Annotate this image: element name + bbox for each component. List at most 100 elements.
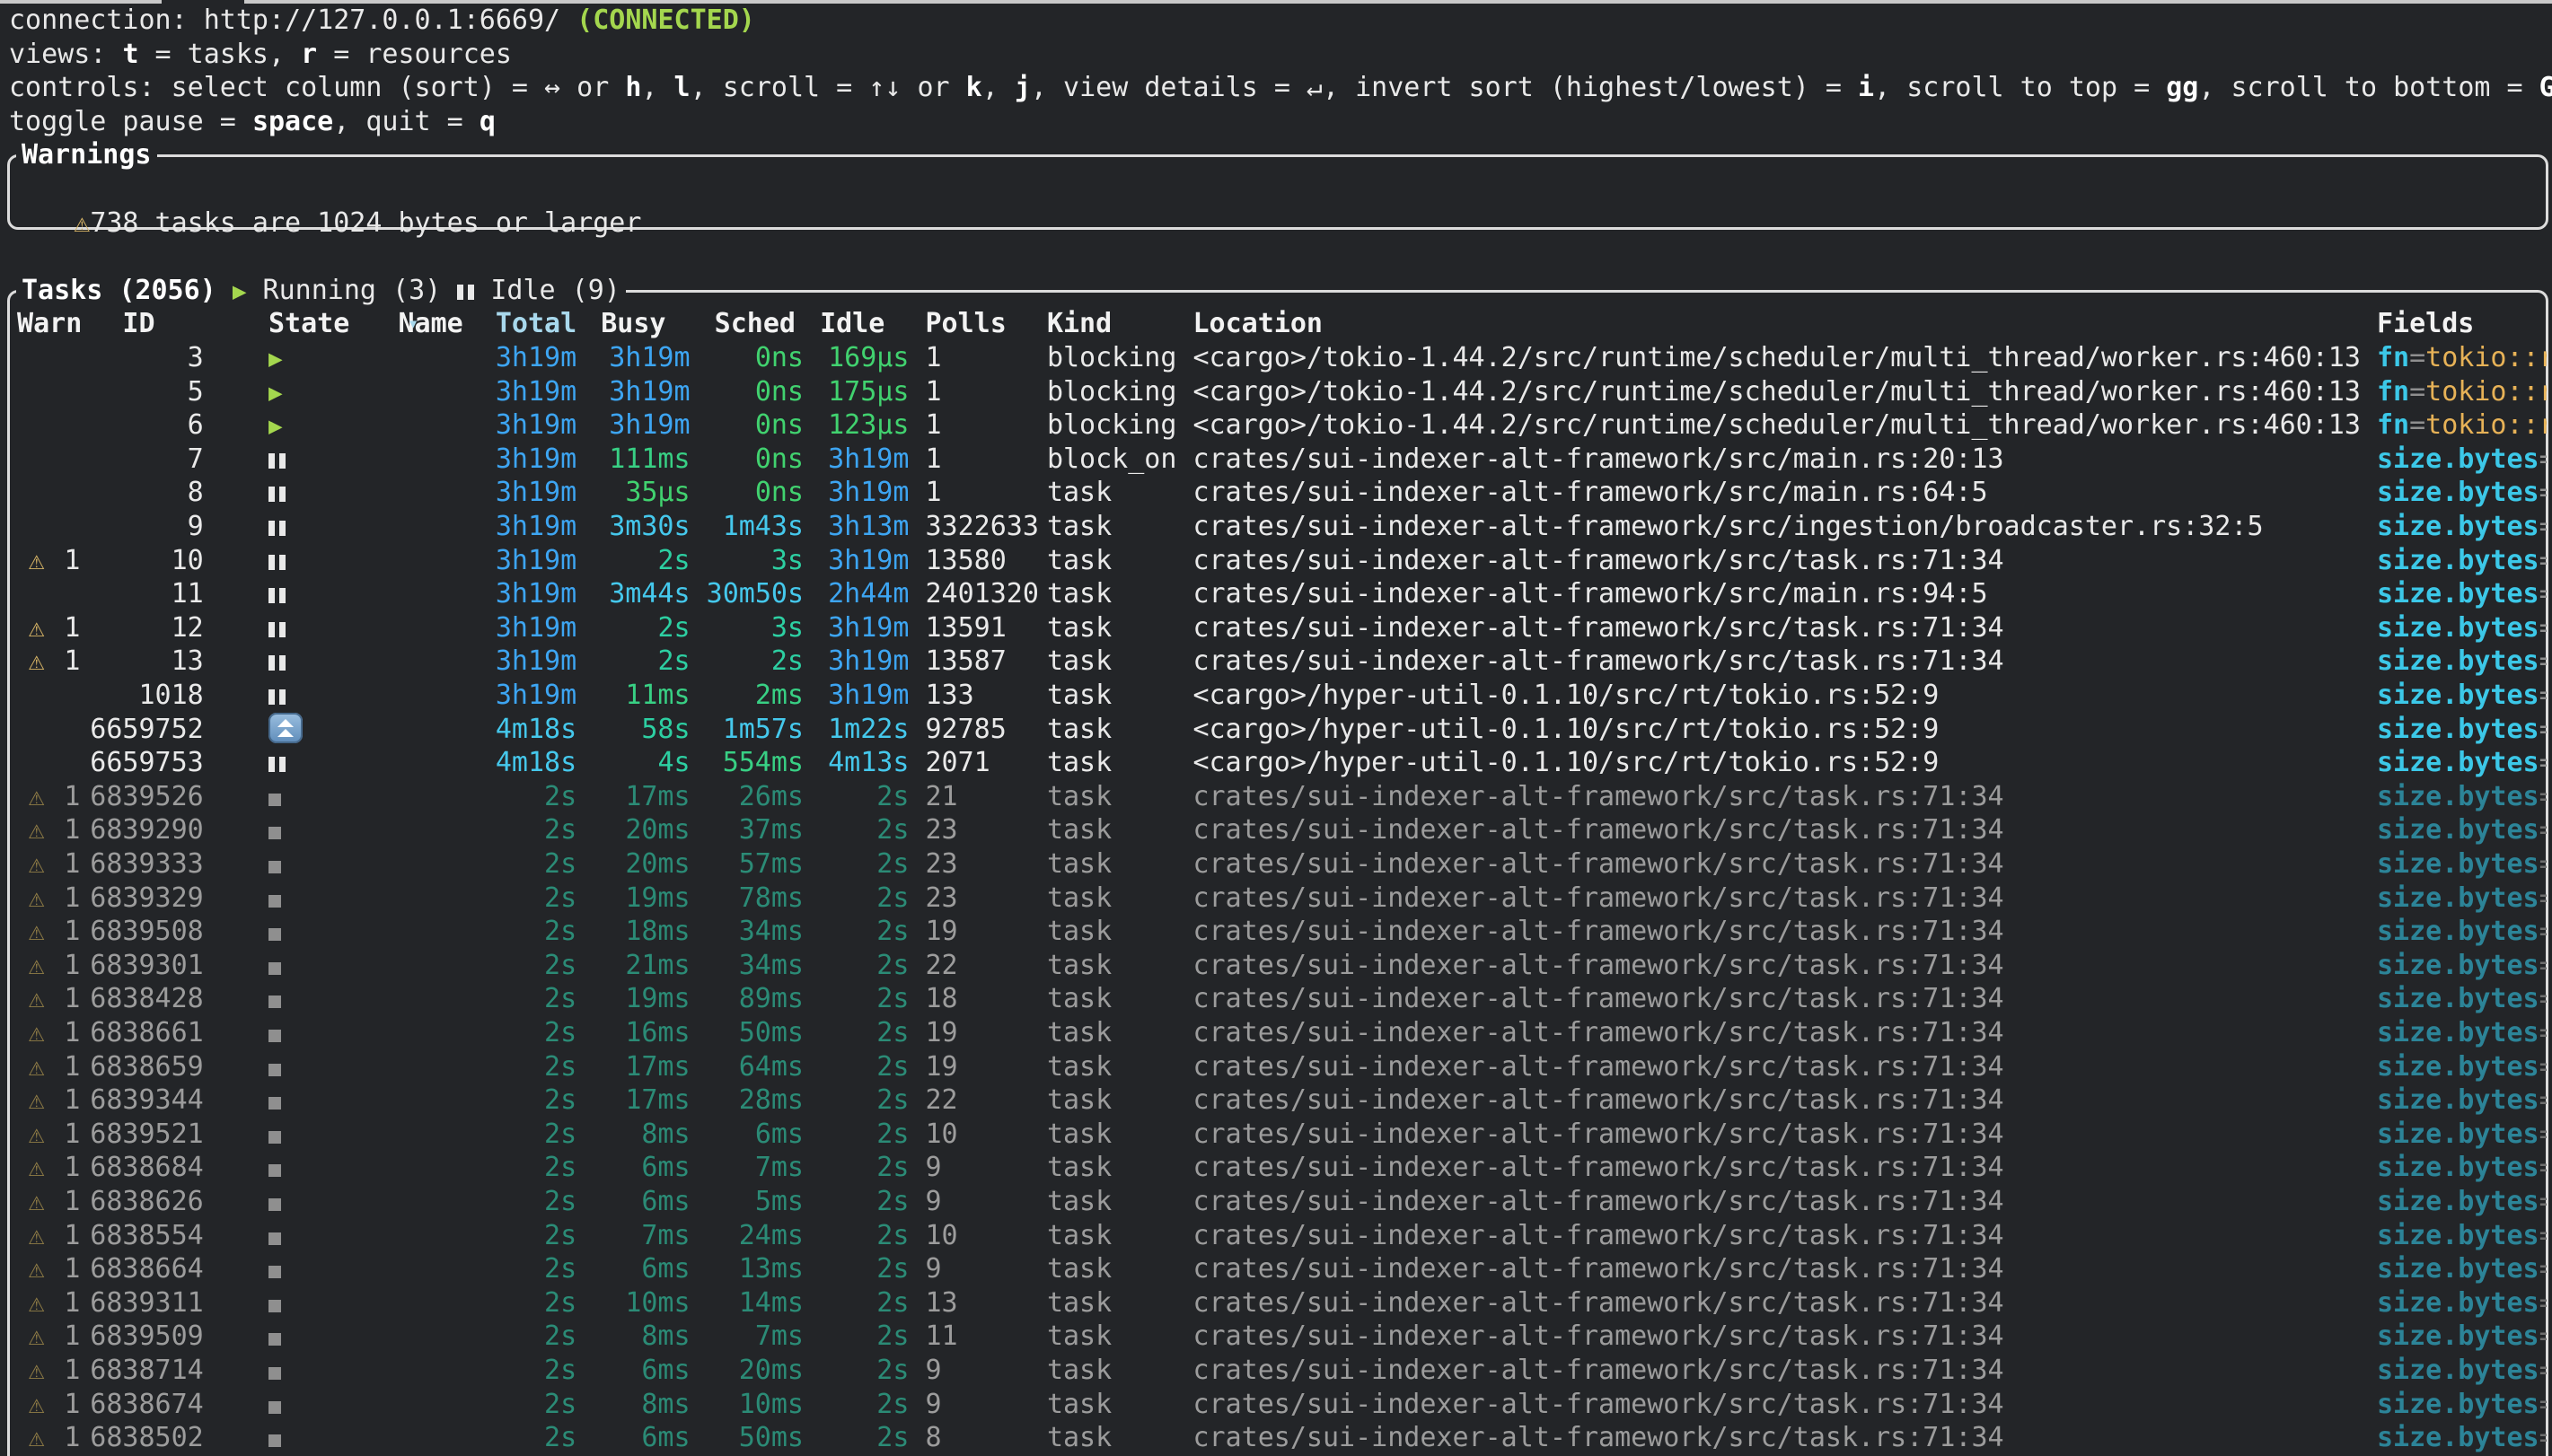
task-id: 6838659: [90, 1050, 203, 1084]
column-header-state[interactable]: State: [268, 307, 349, 341]
task-row[interactable]: ⚠︎168386592s17ms64ms2s19taskcrates/sui-i…: [9, 1050, 2547, 1084]
warning-item: ⚠︎738 tasks are 1024 bytes or larger: [9, 172, 641, 206]
task-row[interactable]: 113h19m3m44s30m50s2h44m2401320taskcrates…: [9, 577, 2547, 611]
field-key: size.bytes: [2377, 714, 2539, 745]
column-header-fields[interactable]: Fields: [2377, 307, 2474, 341]
warn-cell: ⚠︎: [29, 1286, 45, 1320]
warn-cell: ⚠︎: [29, 1118, 45, 1152]
completed-icon: [268, 861, 281, 873]
total-cell: 2s: [480, 813, 576, 847]
task-row[interactable]: ⚠︎1123h19m2s3s3h19m13591taskcrates/sui-i…: [9, 611, 2547, 645]
task-row[interactable]: ⚠︎168386642s6ms13ms2s9taskcrates/sui-ind…: [9, 1252, 2547, 1286]
task-row[interactable]: 5▶3h19m3h19m0ns175µs1blocking<cargo>/tok…: [9, 375, 2547, 409]
task-row[interactable]: ⚠︎168395092s8ms7ms2s11taskcrates/sui-ind…: [9, 1320, 2547, 1354]
task-row[interactable]: ⚠︎168386742s8ms10ms2s9taskcrates/sui-ind…: [9, 1388, 2547, 1422]
task-row[interactable]: ⚠︎168386842s6ms7ms2s9taskcrates/sui-inde…: [9, 1151, 2547, 1185]
idle-cell: 2s: [812, 1185, 909, 1219]
kind-cell: task: [1047, 746, 1112, 780]
total-cell: 3h19m: [480, 577, 576, 611]
task-row[interactable]: ⚠︎168395082s18ms34ms2s19taskcrates/sui-i…: [9, 915, 2547, 949]
fields-cell: size.bytes=: [2377, 982, 2547, 1016]
task-row[interactable]: ⚠︎168385022s6ms50ms2s8taskcrates/sui-ind…: [9, 1421, 2547, 1455]
busy-cell: 20ms: [593, 847, 690, 881]
field-key: size.bytes: [2377, 1320, 2539, 1352]
task-id: 12: [90, 611, 203, 645]
field-equals: =: [2539, 612, 2547, 644]
column-header-warn[interactable]: Warn: [17, 307, 82, 341]
fields-cell: size.bytes=: [2377, 577, 2547, 611]
idle-cell: 2s: [812, 1388, 909, 1422]
polls-cell: 9: [925, 1151, 941, 1185]
location-cell: crates/sui-indexer-alt-framework/src/tas…: [1192, 881, 2003, 916]
task-row[interactable]: ⚠︎168386612s16ms50ms2s19taskcrates/sui-i…: [9, 1016, 2547, 1050]
state-cell: [268, 679, 286, 713]
state-cell: [268, 746, 286, 780]
task-row[interactable]: ⚠︎168393112s10ms14ms2s13taskcrates/sui-i…: [9, 1286, 2547, 1320]
location-cell: crates/sui-indexer-alt-framework/src/tas…: [1192, 847, 2003, 881]
task-row[interactable]: 73h19m111ms0ns3h19m1block_oncrates/sui-i…: [9, 443, 2547, 477]
task-row[interactable]: ⚠︎168384282s19ms89ms2s18taskcrates/sui-i…: [9, 982, 2547, 1016]
task-row[interactable]: ⚠︎168385542s7ms24ms2s10taskcrates/sui-in…: [9, 1219, 2547, 1253]
kind-cell: task: [1047, 982, 1112, 1016]
warn-count: 1: [64, 645, 80, 679]
paused-icon: [268, 655, 286, 671]
field-equals: =: [2409, 342, 2425, 373]
column-header-kind[interactable]: Kind: [1047, 307, 1112, 341]
task-row[interactable]: ⚠︎1103h19m2s3s3h19m13580taskcrates/sui-i…: [9, 544, 2547, 578]
task-row[interactable]: ⚠︎168387142s6ms20ms2s9taskcrates/sui-ind…: [9, 1354, 2547, 1388]
column-header-busy[interactable]: Busy: [601, 307, 665, 341]
state-cell: [268, 1083, 281, 1118]
warn-count: 1: [64, 1219, 80, 1253]
polls-cell: 13591: [925, 611, 1006, 645]
task-row[interactable]: ⚠︎1133h19m2s2s3h19m13587taskcrates/sui-i…: [9, 645, 2547, 679]
task-row[interactable]: ⚠︎168393012s21ms34ms2s22taskcrates/sui-i…: [9, 949, 2547, 983]
completed-icon: [268, 827, 281, 839]
column-header-idle[interactable]: Idle: [820, 307, 884, 341]
column-header-sched[interactable]: Sched: [715, 307, 796, 341]
kind-cell: task: [1047, 645, 1112, 679]
field-key: size.bytes: [2377, 1017, 2539, 1048]
field-key: size.bytes: [2377, 950, 2539, 981]
field-equals: =: [2539, 545, 2547, 576]
field-equals: =: [2539, 1320, 2547, 1352]
field-key: size.bytes: [2377, 511, 2539, 542]
column-header-polls[interactable]: Polls: [925, 307, 1006, 341]
task-id: 6659752: [90, 713, 203, 747]
column-header-id[interactable]: ID: [122, 307, 154, 341]
completed-icon: [268, 1164, 281, 1177]
task-row[interactable]: 66597534m18s4s554ms4m13s2071task<cargo>/…: [9, 746, 2547, 780]
total-cell: 3h19m: [480, 476, 576, 510]
field-equals: =: [2409, 376, 2425, 408]
busy-cell: 3m44s: [593, 577, 690, 611]
task-row[interactable]: ⚠︎168393292s19ms78ms2s23taskcrates/sui-i…: [9, 881, 2547, 916]
task-row[interactable]: 66597524m18s58s1m57s1m22s92785task<cargo…: [9, 713, 2547, 747]
task-row[interactable]: ⚠︎168393332s20ms57ms2s23taskcrates/sui-i…: [9, 847, 2547, 881]
column-header-total[interactable]: Total: [480, 307, 576, 341]
task-row[interactable]: 6▶3h19m3h19m0ns123µs1blocking<cargo>/tok…: [9, 408, 2547, 443]
state-cell: ▶: [268, 341, 283, 375]
task-row[interactable]: ⚠︎168393442s17ms28ms2s22taskcrates/sui-i…: [9, 1083, 2547, 1118]
field-equals: =: [2539, 1220, 2547, 1251]
total-cell: 2s: [480, 915, 576, 949]
column-header-location[interactable]: Location: [1192, 307, 1323, 341]
task-row[interactable]: 3▶3h19m3h19m0ns169µs1blocking<cargo>/tok…: [9, 341, 2547, 375]
field-value: tokio::r: [2425, 342, 2547, 373]
task-row[interactable]: 93h19m3m30s1m43s3h13m3322633taskcrates/s…: [9, 510, 2547, 544]
location-cell: <cargo>/hyper-util-0.1.10/src/rt/tokio.r…: [1192, 679, 1939, 713]
task-row[interactable]: ⚠︎168395212s8ms6ms2s10taskcrates/sui-ind…: [9, 1118, 2547, 1152]
field-equals: =: [2539, 781, 2547, 812]
fields-cell: size.bytes=: [2377, 1421, 2547, 1455]
task-row[interactable]: ⚠︎168395262s17ms26ms2s21taskcrates/sui-i…: [9, 780, 2547, 814]
total-cell: 2s: [480, 982, 576, 1016]
task-id: 6839526: [90, 780, 203, 814]
task-row[interactable]: 10183h19m11ms2ms3h19m133task<cargo>/hype…: [9, 679, 2547, 713]
location-cell: <cargo>/hyper-util-0.1.10/src/rt/tokio.r…: [1192, 746, 1939, 780]
task-row[interactable]: ⚠︎168386262s6ms5ms2s9taskcrates/sui-inde…: [9, 1185, 2547, 1219]
field-equals: =: [2539, 1355, 2547, 1386]
state-cell: [268, 847, 281, 881]
location-cell: crates/sui-indexer-alt-framework/src/tas…: [1192, 915, 2003, 949]
task-row[interactable]: 83h19m35µs0ns3h19m1taskcrates/sui-indexe…: [9, 476, 2547, 510]
fields-cell: size.bytes=: [2377, 510, 2547, 544]
task-row[interactable]: ⚠︎168392902s20ms37ms2s23taskcrates/sui-i…: [9, 813, 2547, 847]
field-key: size.bytes: [2377, 1253, 2539, 1285]
